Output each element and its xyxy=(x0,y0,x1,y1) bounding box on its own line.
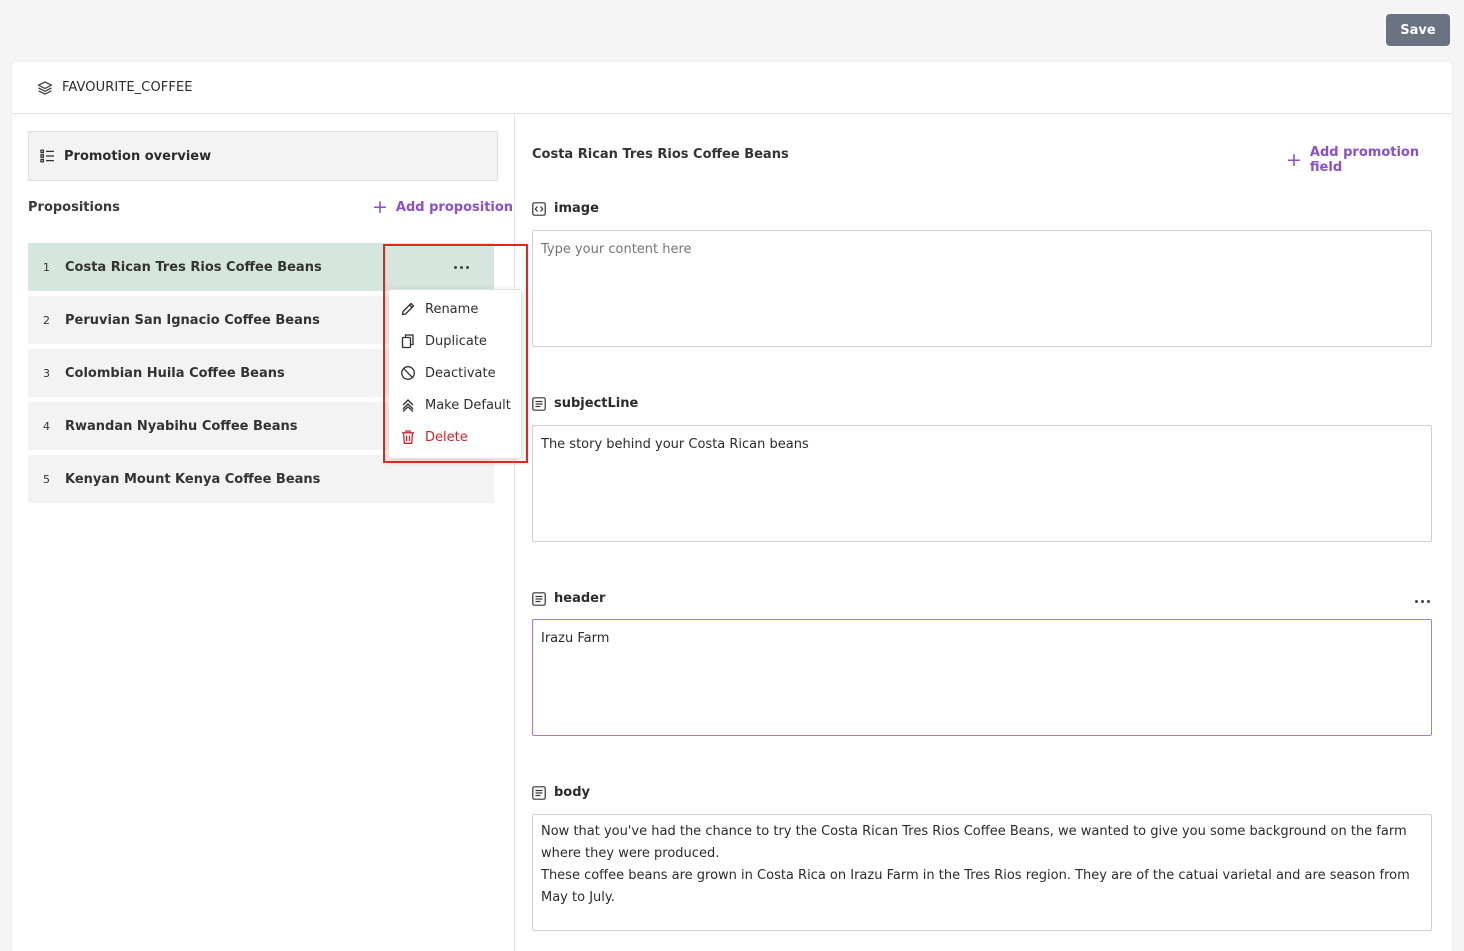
proposition-name: Colombian Huila Coffee Beans xyxy=(65,365,285,381)
header-field-more-icon[interactable] xyxy=(1410,591,1434,611)
body-paragraph-1: Now that you've had the chance to try th… xyxy=(541,824,1407,861)
body-paragraph-2: These coffee beans are grown in Costa Ri… xyxy=(541,868,1410,905)
card-header: FAVOURITE_COFFEE xyxy=(12,62,1452,114)
body-field-label: body xyxy=(532,785,590,800)
menu-item-delete[interactable]: Delete xyxy=(389,421,521,453)
promotion-card: FAVOURITE_COFFEE Promotion overview Prop… xyxy=(12,62,1452,951)
document-icon xyxy=(532,785,546,800)
proposition-name: Rwandan Nyabihu Coffee Beans xyxy=(65,418,298,434)
add-proposition-label: Add proposition xyxy=(395,200,514,215)
chevrons-up-icon xyxy=(402,399,414,412)
plus-icon: + xyxy=(372,196,388,218)
proposition-context-menu: Rename Duplicate Deactivate Make Default xyxy=(388,289,522,459)
propositions-heading: Propositions xyxy=(28,200,120,215)
save-button[interactable]: Save xyxy=(1386,14,1450,46)
layers-icon xyxy=(37,80,53,95)
add-promotion-field-label: Add promotion field xyxy=(1309,145,1420,175)
menu-item-duplicate[interactable]: Duplicate xyxy=(389,325,521,357)
subjectline-field-label: subjectLine xyxy=(532,396,638,411)
left-panel: Promotion overview Propositions + Add pr… xyxy=(12,115,515,951)
proposition-item-5[interactable]: 5 Kenyan Mount Kenya Coffee Beans xyxy=(28,455,494,503)
right-panel: Costa Rican Tres Rios Coffee Beans + Add… xyxy=(516,115,1452,951)
menu-item-rename[interactable]: Rename xyxy=(389,293,521,325)
image-field-label: image xyxy=(532,201,599,216)
proposition-number: 5 xyxy=(43,472,50,486)
proposition-name: Kenyan Mount Kenya Coffee Beans xyxy=(65,471,321,487)
proposition-number: 4 xyxy=(43,419,50,433)
header-value: Irazu Farm xyxy=(541,631,610,646)
block-icon xyxy=(401,366,415,380)
page-title: FAVOURITE_COFFEE xyxy=(62,80,193,95)
header-field-label: header xyxy=(532,591,605,606)
header-input[interactable]: Irazu Farm xyxy=(532,619,1432,736)
trash-icon xyxy=(402,430,414,444)
copy-icon xyxy=(401,334,414,349)
menu-item-deactivate[interactable]: Deactivate xyxy=(389,357,521,389)
proposition-title: Costa Rican Tres Rios Coffee Beans xyxy=(532,147,789,162)
document-icon xyxy=(532,396,546,411)
body-input[interactable]: Now that you've had the chance to try th… xyxy=(532,814,1432,931)
pencil-icon xyxy=(401,302,415,316)
add-promotion-field-button[interactable]: + Add promotion field xyxy=(1286,145,1452,175)
proposition-number: 1 xyxy=(43,260,50,274)
more-options-icon[interactable] xyxy=(449,257,473,277)
document-icon xyxy=(532,591,546,606)
image-input[interactable] xyxy=(532,230,1432,347)
menu-item-make-default[interactable]: Make Default xyxy=(389,389,521,421)
promotion-overview-label: Promotion overview xyxy=(64,148,212,164)
plus-icon: + xyxy=(1286,148,1302,171)
proposition-number: 3 xyxy=(43,366,50,380)
promotion-overview-button[interactable]: Promotion overview xyxy=(28,131,498,181)
subjectline-value: The story behind your Costa Rican beans xyxy=(541,437,809,452)
proposition-item-1[interactable]: 1 Costa Rican Tres Rios Coffee Beans xyxy=(28,243,494,291)
subjectline-input[interactable]: The story behind your Costa Rican beans xyxy=(532,425,1432,542)
list-icon xyxy=(40,149,54,163)
add-proposition-button[interactable]: + Add proposition xyxy=(372,198,513,217)
proposition-name: Peruvian San Ignacio Coffee Beans xyxy=(65,312,320,328)
proposition-name: Costa Rican Tres Rios Coffee Beans xyxy=(65,259,322,275)
proposition-number: 2 xyxy=(43,313,50,327)
code-icon xyxy=(532,201,546,216)
